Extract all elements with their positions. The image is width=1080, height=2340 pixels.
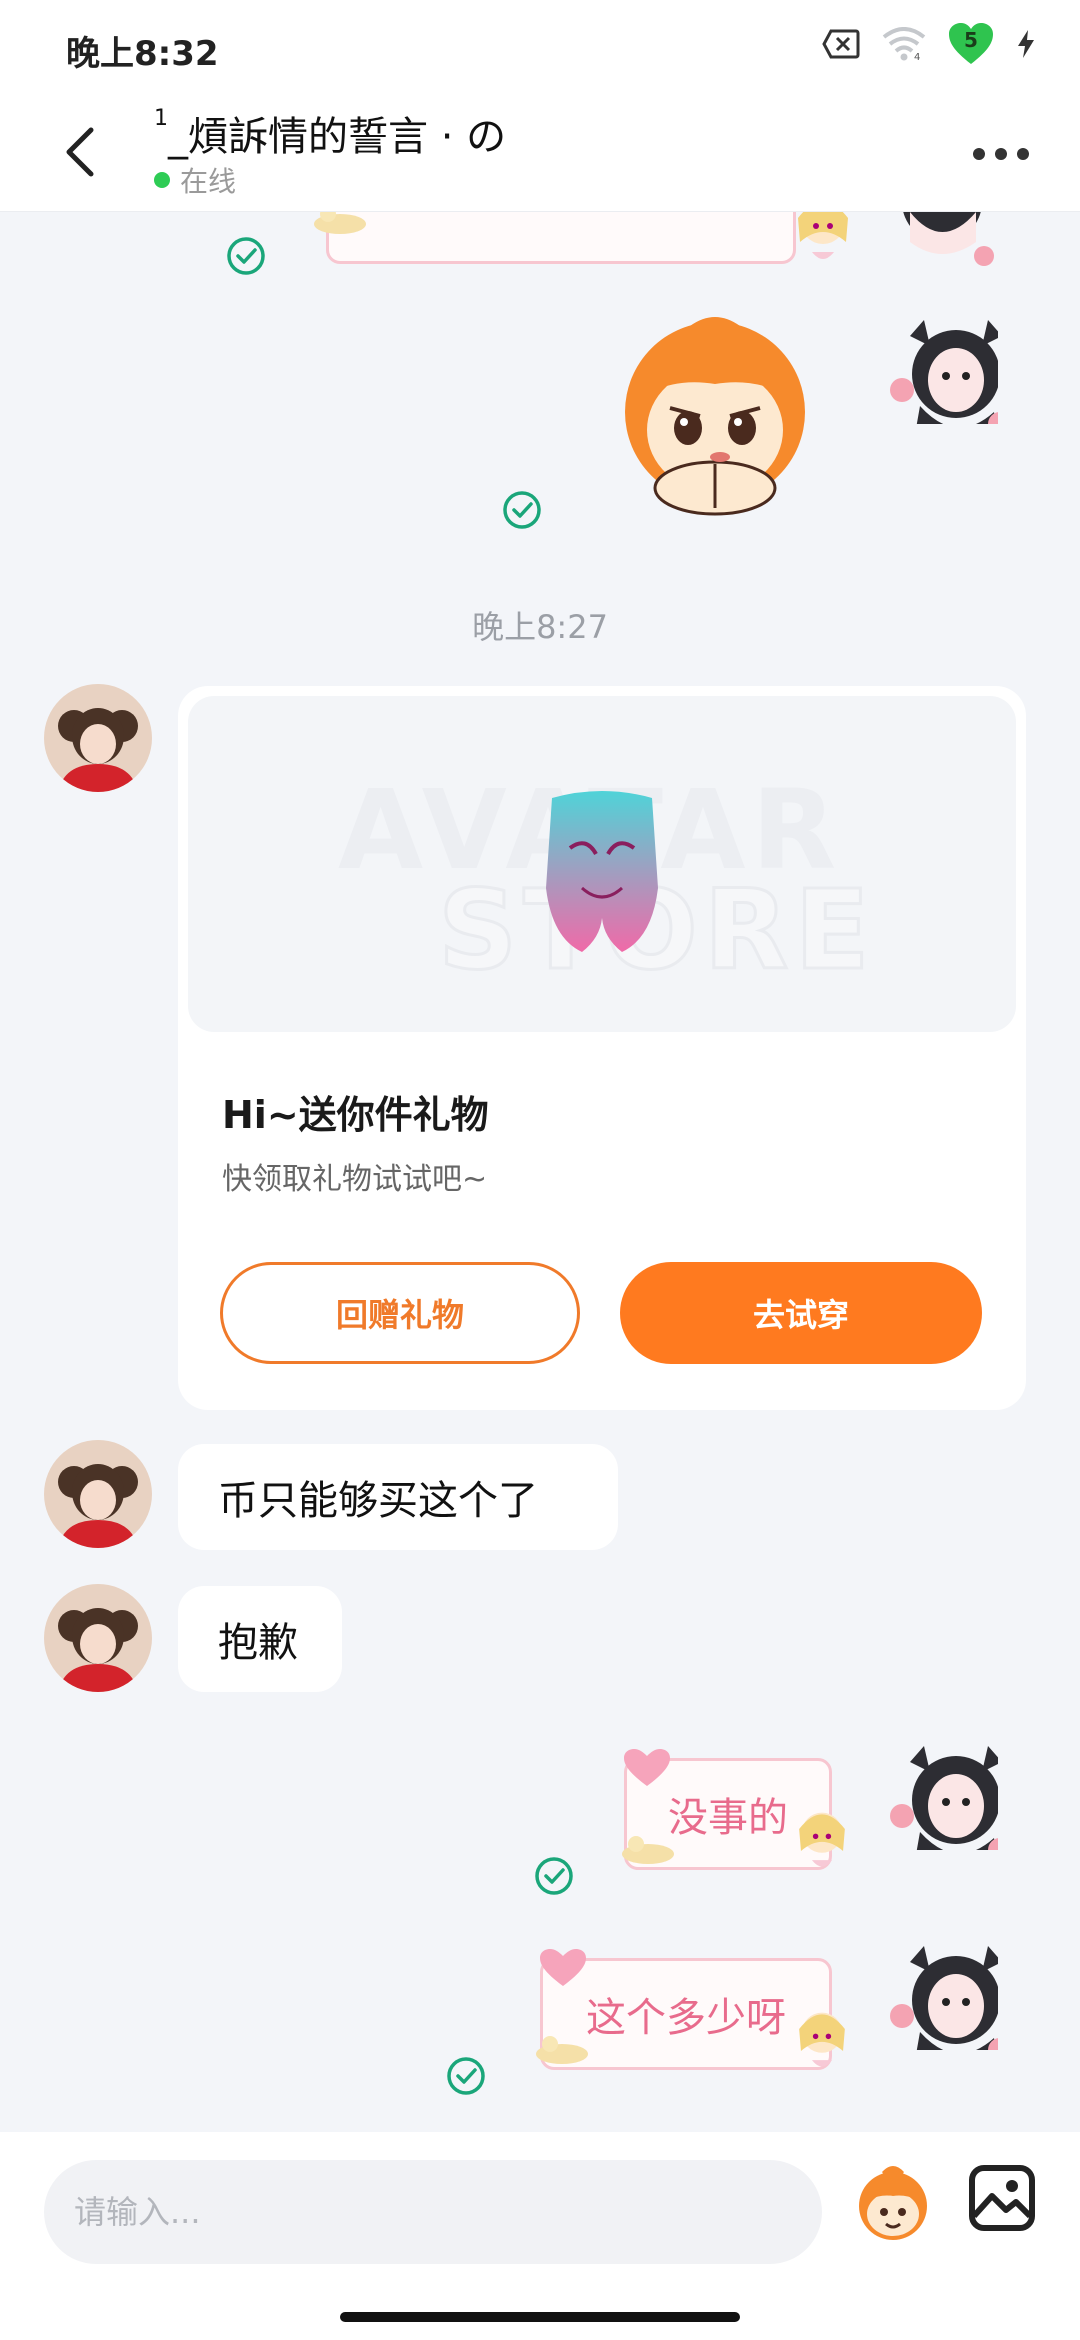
- anime-girl-decor-icon: [799, 2012, 845, 2067]
- my-avatar[interactable]: [890, 212, 998, 272]
- more-options-button[interactable]: [966, 134, 1036, 174]
- peer-name-text: _熕訴情的誓言 · の: [168, 114, 507, 160]
- online-status: 在线: [154, 160, 236, 200]
- gift-mask-item-icon: [546, 791, 658, 952]
- battery-level: 5: [964, 28, 978, 52]
- peer-name-prefix: 1: [154, 106, 168, 131]
- sticker-emoji-button[interactable]: [850, 2158, 936, 2244]
- input-bar: [0, 2132, 1080, 2340]
- read-check-icon: [535, 1857, 573, 1895]
- my-avatar[interactable]: [890, 316, 998, 424]
- incoming-message-bubble[interactable]: 抱歉: [178, 1586, 342, 1692]
- more-dot-icon: [995, 148, 1007, 160]
- status-icons: 4 5: [822, 22, 1036, 66]
- gift-preview[interactable]: AVATAR STORE: [188, 696, 1016, 1032]
- read-check-icon: [503, 491, 541, 529]
- sim-off-icon: [822, 29, 860, 59]
- gift-card[interactable]: AVATAR STORE Hi~送你件礼物 快领取礼物试试吧~ 回赠礼物 去试穿: [178, 686, 1026, 1410]
- peer-avatar[interactable]: [44, 1584, 152, 1692]
- status-bar: 晚上8:32 4 5: [0, 0, 1080, 96]
- peer-name[interactable]: 1_熕訴情的誓言 · の: [154, 104, 506, 162]
- try-on-button[interactable]: 去试穿: [620, 1262, 982, 1364]
- chevron-left-icon: [66, 127, 94, 177]
- battery-heart-icon: 5: [948, 22, 994, 66]
- online-status-text: 在线: [180, 165, 237, 198]
- message-list[interactable]: 晚上8:27 AVATAR STORE Hi~送你件礼物 快领取礼物试试吧~ 回…: [0, 212, 1080, 2132]
- time-divider: 晚上8:27: [472, 608, 608, 646]
- charging-icon: [1016, 29, 1036, 59]
- gift-subtitle: 快领取礼物试试吧~: [222, 1162, 488, 1197]
- heart-decor-icon: [540, 1949, 586, 1986]
- chat-header: 1_熕訴情的誓言 · の 在线: [0, 96, 1080, 212]
- crying-character-sticker[interactable]: [600, 312, 830, 522]
- back-button[interactable]: [50, 116, 110, 188]
- svg-text:4: 4: [914, 52, 920, 61]
- gift-title: Hi~送你件礼物: [222, 1093, 489, 1137]
- return-gift-button[interactable]: 回赠礼物: [220, 1262, 580, 1364]
- outgoing-deco-bubble-partial[interactable]: [326, 212, 796, 264]
- wifi-icon: 4: [882, 27, 926, 61]
- peer-avatar[interactable]: [44, 684, 152, 792]
- home-indicator[interactable]: [340, 2312, 740, 2322]
- online-dot-icon: [154, 172, 170, 188]
- status-time: 晚上8:32: [66, 34, 219, 74]
- my-avatar[interactable]: [890, 1742, 998, 1850]
- peer-avatar[interactable]: [44, 1440, 152, 1548]
- chick-decor-icon: [622, 1836, 674, 1864]
- image-picker-button[interactable]: [966, 2162, 1038, 2234]
- more-dot-icon: [1017, 148, 1029, 160]
- heart-decor-icon: [624, 1749, 670, 1786]
- read-check-icon: [227, 237, 265, 275]
- anime-girl-decor-icon: [798, 212, 848, 259]
- read-check-icon: [447, 2057, 485, 2095]
- incoming-message-bubble[interactable]: 币只能够买这个了: [178, 1444, 618, 1550]
- anime-girl-decor-icon: [799, 1812, 845, 1867]
- more-dot-icon: [973, 148, 985, 160]
- chick-decor-icon: [314, 212, 366, 234]
- my-avatar[interactable]: [890, 1942, 998, 2050]
- message-input[interactable]: [44, 2160, 822, 2264]
- chick-decor-icon: [536, 2036, 588, 2064]
